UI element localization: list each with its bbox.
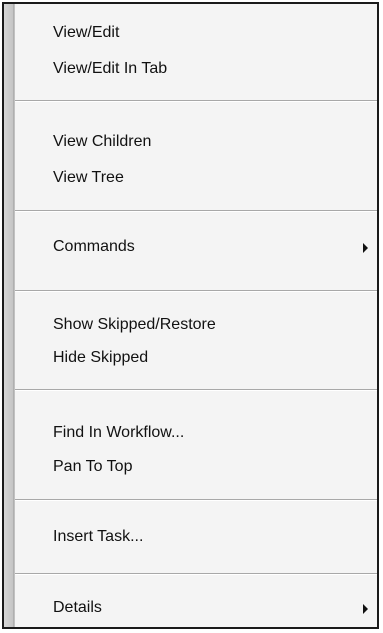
menu-item-view-children[interactable]: View Children bbox=[15, 127, 377, 157]
menu-item-label: Pan To Top bbox=[53, 458, 133, 475]
chevron-right-icon bbox=[363, 243, 368, 253]
menu-item-label: Details bbox=[53, 599, 102, 616]
menu-item-label: View Tree bbox=[53, 169, 124, 186]
menu-item-view-tree[interactable]: View Tree bbox=[15, 163, 377, 193]
menu-item-label: Show Skipped/Restore bbox=[53, 316, 216, 333]
menu-item-commands[interactable]: Commands bbox=[15, 232, 377, 262]
menu-item-details[interactable]: Details bbox=[15, 593, 377, 623]
menu-separator bbox=[15, 573, 377, 575]
menu-item-view-edit[interactable]: View/Edit bbox=[15, 18, 377, 48]
menu-separator bbox=[15, 290, 377, 292]
menu-item-label: Insert Task... bbox=[53, 528, 144, 545]
menu-separator bbox=[15, 389, 377, 391]
menu-icon-gutter bbox=[4, 4, 15, 627]
menu-separator bbox=[15, 100, 377, 102]
context-menu: View/Edit View/Edit In Tab View Children… bbox=[2, 2, 379, 629]
menu-item-pan-to-top[interactable]: Pan To Top bbox=[15, 452, 377, 482]
menu-item-hide-skipped[interactable]: Hide Skipped bbox=[15, 343, 377, 373]
menu-item-insert-task[interactable]: Insert Task... bbox=[15, 522, 377, 552]
menu-item-show-skipped-restore[interactable]: Show Skipped/Restore bbox=[15, 310, 377, 340]
menu-item-view-edit-in-tab[interactable]: View/Edit In Tab bbox=[15, 54, 377, 84]
menu-item-label: View Children bbox=[53, 133, 152, 150]
menu-separator bbox=[15, 210, 377, 212]
menu-item-label: Hide Skipped bbox=[53, 349, 149, 366]
chevron-right-icon bbox=[363, 604, 368, 614]
menu-item-label: Commands bbox=[53, 238, 135, 255]
menu-separator bbox=[15, 499, 377, 501]
menu-item-label: Find In Workflow... bbox=[53, 424, 185, 441]
menu-item-label: View/Edit In Tab bbox=[53, 60, 168, 77]
menu-item-find-in-workflow[interactable]: Find In Workflow... bbox=[15, 418, 377, 448]
menu-item-label: View/Edit bbox=[53, 24, 120, 41]
